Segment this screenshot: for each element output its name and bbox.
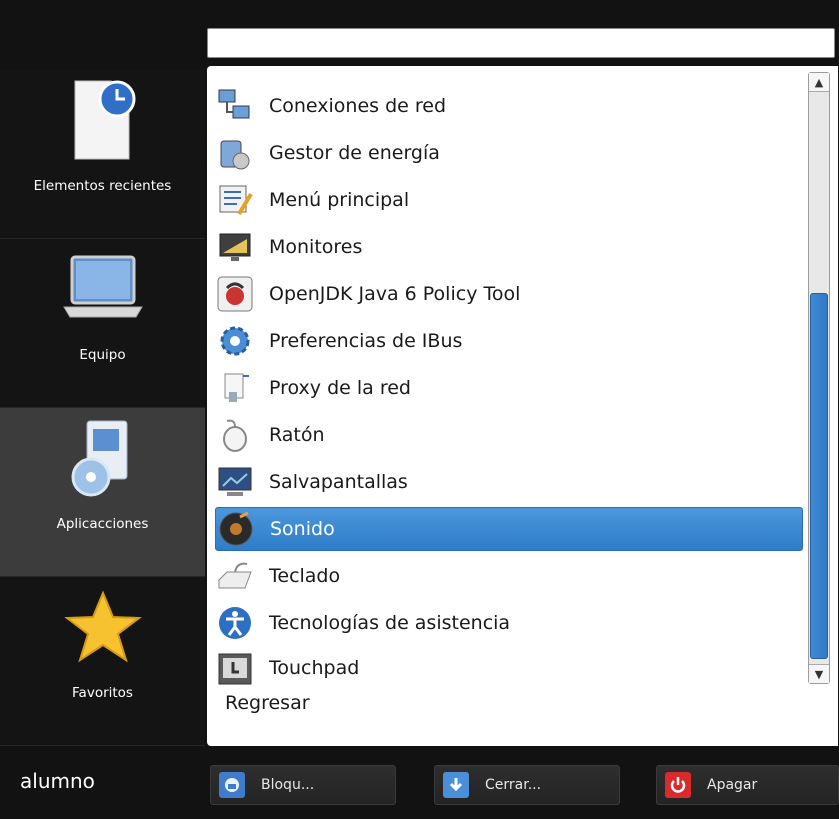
sidebar-item-favorites[interactable]: Favoritos <box>0 577 205 746</box>
gear-icon <box>215 321 255 361</box>
list-scrollbar[interactable]: ▲ ▼ <box>808 72 830 684</box>
screensaver-icon <box>215 462 255 502</box>
list-item[interactable]: Monitores <box>215 225 803 269</box>
network-proxy-icon <box>215 368 255 408</box>
search-input[interactable] <box>207 28 835 58</box>
list-item-label: Salvapantallas <box>269 471 408 493</box>
list-item[interactable]: Conexiones de red <box>215 84 803 128</box>
sidebar-item-label: Favoritos <box>72 685 133 701</box>
list-item-label: Sonido <box>270 518 335 540</box>
list-item-label: Ratón <box>269 424 325 446</box>
list-item-label: Preferencias de IBus <box>269 330 463 352</box>
sidebar-item-computer[interactable]: Equipo <box>0 239 205 408</box>
logout-label: Cerrar... <box>485 777 542 793</box>
shutdown-label: Apagar <box>707 777 758 793</box>
logout-icon <box>443 772 469 798</box>
applications-list-panel: Conexiones de red Gestor de energía Menú… <box>207 66 838 746</box>
scroll-thumb[interactable] <box>810 293 828 659</box>
list-item-label: OpenJDK Java 6 Policy Tool <box>269 283 521 305</box>
applications-icon <box>53 408 153 508</box>
username-label: alumno <box>20 769 95 793</box>
sidebar-item-applications[interactable]: Aplicacciones <box>0 408 205 577</box>
list-item[interactable]: Touchpad <box>215 648 803 688</box>
lock-screen-icon <box>219 772 245 798</box>
list-item-label: Teclado <box>269 565 341 587</box>
java-icon <box>215 274 255 314</box>
accessibility-icon <box>215 603 255 643</box>
touchpad-icon <box>215 648 255 688</box>
sidebar-item-label: Elementos recientes <box>33 178 172 194</box>
list-item[interactable]: Ratón <box>215 413 803 457</box>
list-item[interactable]: Preferencias de IBus <box>215 319 803 363</box>
list-item-label: Menú principal <box>269 189 410 211</box>
shutdown-button[interactable]: Apagar <box>656 765 839 805</box>
sound-icon <box>216 509 256 549</box>
sidebar-item-recent[interactable]: Elementos recientes <box>0 70 205 239</box>
list-item-label: Gestor de energía <box>269 142 440 164</box>
list-item-label: Proxy de la red <box>269 377 411 399</box>
star-icon <box>53 577 153 677</box>
main-menu-icon <box>215 180 255 220</box>
list-item[interactable]: Teclado <box>215 554 803 598</box>
list-item[interactable]: Gestor de energía <box>215 131 803 175</box>
mouse-icon <box>215 415 255 455</box>
list-item[interactable]: Proxy de la red <box>215 366 803 410</box>
list-item-label: Conexiones de red <box>269 95 447 117</box>
lock-screen-button[interactable]: Bloqu... <box>210 765 396 805</box>
list-item-label: Tecnologías de asistencia <box>269 612 511 634</box>
network-connections-icon <box>215 86 255 126</box>
computer-icon <box>53 239 153 339</box>
list-item[interactable]: Sonido <box>215 507 803 551</box>
power-manager-icon <box>215 133 255 173</box>
sidebar-item-label: Equipo <box>79 347 126 363</box>
list-item[interactable]: OpenJDK Java 6 Policy Tool <box>215 272 803 316</box>
application-menu: Elementos recientes Equipo Aplicacciones <box>0 0 839 819</box>
monitor-icon <box>215 227 255 267</box>
lock-screen-label: Bloqu... <box>261 777 315 793</box>
power-icon <box>665 772 691 798</box>
logout-button[interactable]: Cerrar... <box>434 765 620 805</box>
list-item-label: Monitores <box>269 236 363 258</box>
back-button[interactable]: Regresar <box>225 692 310 714</box>
keyboard-icon <box>215 556 255 596</box>
recent-documents-icon <box>53 70 153 170</box>
list-item-label: Touchpad <box>269 657 360 679</box>
scroll-down-arrow-icon[interactable]: ▼ <box>809 664 829 683</box>
list-item[interactable]: Menú principal <box>215 178 803 222</box>
list-item[interactable]: Tecnologías de asistencia <box>215 601 803 645</box>
sidebar-item-label: Aplicacciones <box>56 516 149 532</box>
scroll-up-arrow-icon[interactable]: ▲ <box>809 73 829 92</box>
list-item[interactable]: Salvapantallas <box>215 460 803 504</box>
